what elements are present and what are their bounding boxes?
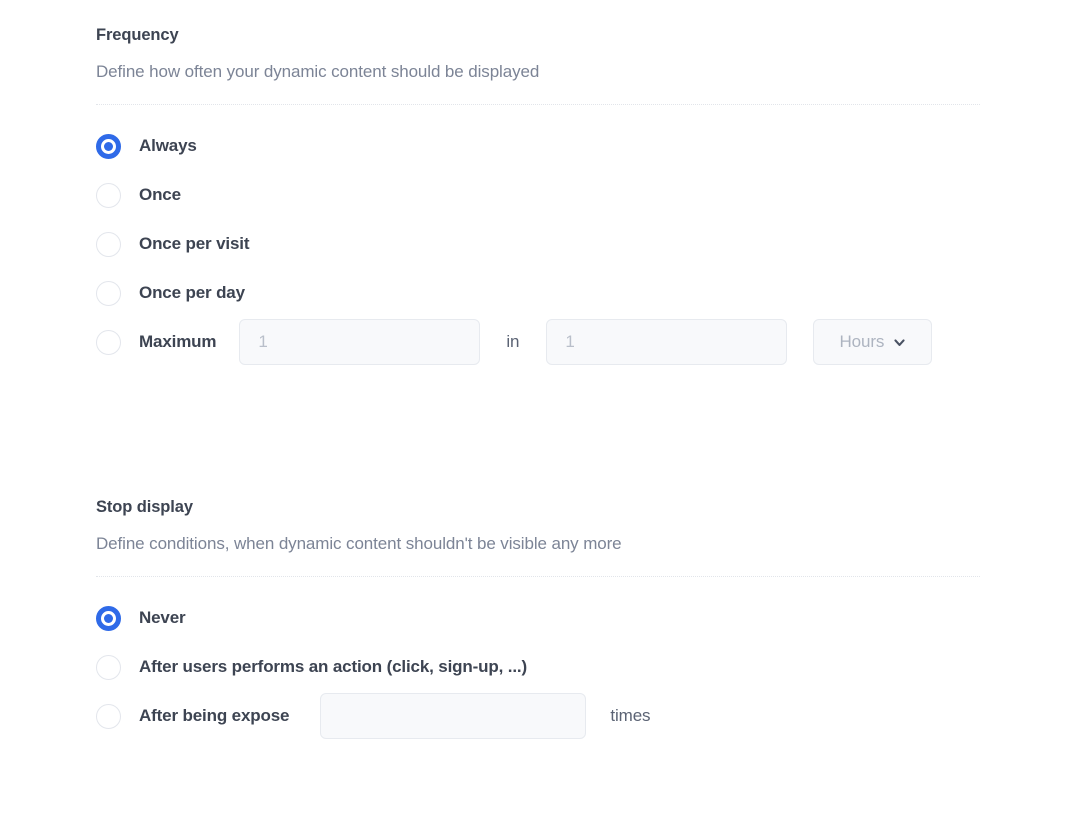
radio-label-once[interactable]: Once bbox=[139, 185, 181, 205]
frequency-radio-group: Always Once Once per visit Once per day … bbox=[96, 129, 980, 365]
radio-row-once[interactable]: Once bbox=[96, 178, 980, 212]
maximum-unit-select-value: Hours bbox=[839, 332, 885, 351]
maximum-period-input[interactable] bbox=[546, 319, 788, 365]
maximum-unit-select[interactable]: Hours bbox=[813, 319, 933, 365]
radio-label-maximum[interactable]: Maximum bbox=[139, 332, 217, 352]
stop-display-subtitle: Define conditions, when dynamic content … bbox=[96, 534, 622, 553]
frequency-section: Frequency Define how often your dynamic … bbox=[96, 24, 980, 365]
radio-after-exposed[interactable] bbox=[96, 703, 121, 729]
stop-display-radio-group: Never After users performs an action (cl… bbox=[96, 601, 980, 739]
frequency-subtitle: Define how often your dynamic content sh… bbox=[96, 62, 540, 81]
radio-row-always[interactable]: Always bbox=[96, 129, 980, 163]
radio-maximum[interactable] bbox=[96, 329, 121, 355]
radio-never[interactable] bbox=[96, 605, 121, 631]
radio-row-after-exposed[interactable]: After being expose times bbox=[96, 693, 980, 739]
radio-row-never[interactable]: Never bbox=[96, 601, 980, 635]
radio-row-once-per-visit[interactable]: Once per visit bbox=[96, 227, 980, 261]
frequency-divider bbox=[96, 104, 980, 105]
radio-after-action[interactable] bbox=[96, 654, 121, 680]
radio-label-always[interactable]: Always bbox=[139, 136, 197, 156]
stop-display-section: Stop display Define conditions, when dyn… bbox=[96, 496, 980, 739]
radio-once-per-visit[interactable] bbox=[96, 231, 121, 257]
radio-label-once-per-visit[interactable]: Once per visit bbox=[139, 234, 249, 254]
frequency-title: Frequency bbox=[96, 26, 179, 44]
expose-times-label: times bbox=[610, 706, 651, 725]
radio-label-never[interactable]: Never bbox=[139, 608, 186, 628]
radio-label-after-exposed[interactable]: After being expose bbox=[139, 706, 289, 726]
maximum-count-input[interactable] bbox=[239, 319, 481, 365]
radio-row-after-action[interactable]: After users performs an action (click, s… bbox=[96, 650, 980, 684]
stop-display-title: Stop display bbox=[96, 498, 193, 516]
chevron-down-icon bbox=[893, 336, 906, 349]
radio-always[interactable] bbox=[96, 133, 121, 159]
radio-label-after-action[interactable]: After users performs an action (click, s… bbox=[139, 657, 527, 677]
radio-row-maximum[interactable]: Maximum in Hours bbox=[96, 319, 980, 365]
maximum-in-label: in bbox=[506, 332, 520, 351]
radio-label-once-per-day[interactable]: Once per day bbox=[139, 283, 245, 303]
radio-once-per-day[interactable] bbox=[96, 280, 121, 306]
radio-row-once-per-day[interactable]: Once per day bbox=[96, 276, 980, 310]
radio-once[interactable] bbox=[96, 182, 121, 208]
frequency-settings-page: Frequency Define how often your dynamic … bbox=[0, 0, 1066, 820]
stop-display-divider bbox=[96, 576, 980, 577]
expose-times-input[interactable] bbox=[320, 693, 587, 739]
